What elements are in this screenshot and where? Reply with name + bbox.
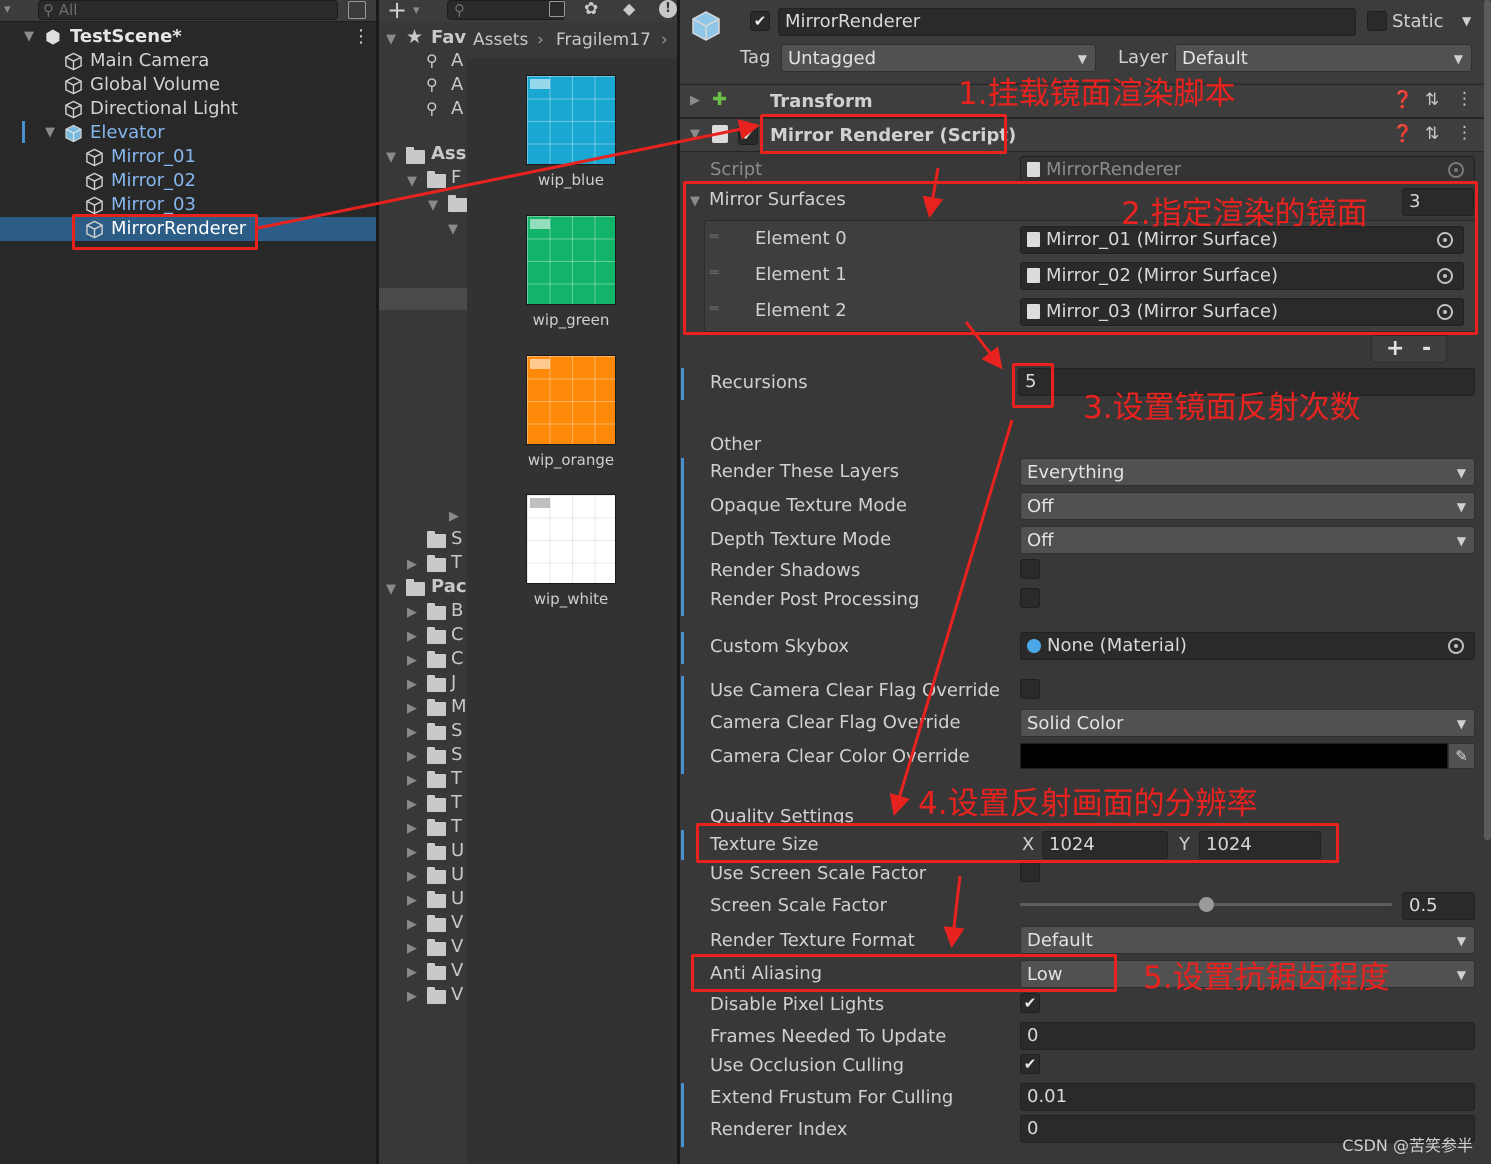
annotation-step3: 3.设置镜面反射次数 [1083, 390, 1361, 426]
watermark: CSDN @苦笑参半 [1342, 1136, 1473, 1155]
annotation-step1: 1.挂载镜面渲染脚本 [958, 76, 1236, 112]
annotation-step4: 4.设置反射画面的分辨率 [918, 786, 1258, 822]
annotation-step5: 5.设置抗锯齿程度 [1143, 960, 1390, 996]
annotation-step2: 2.指定渲染的镜面 [1121, 196, 1368, 232]
